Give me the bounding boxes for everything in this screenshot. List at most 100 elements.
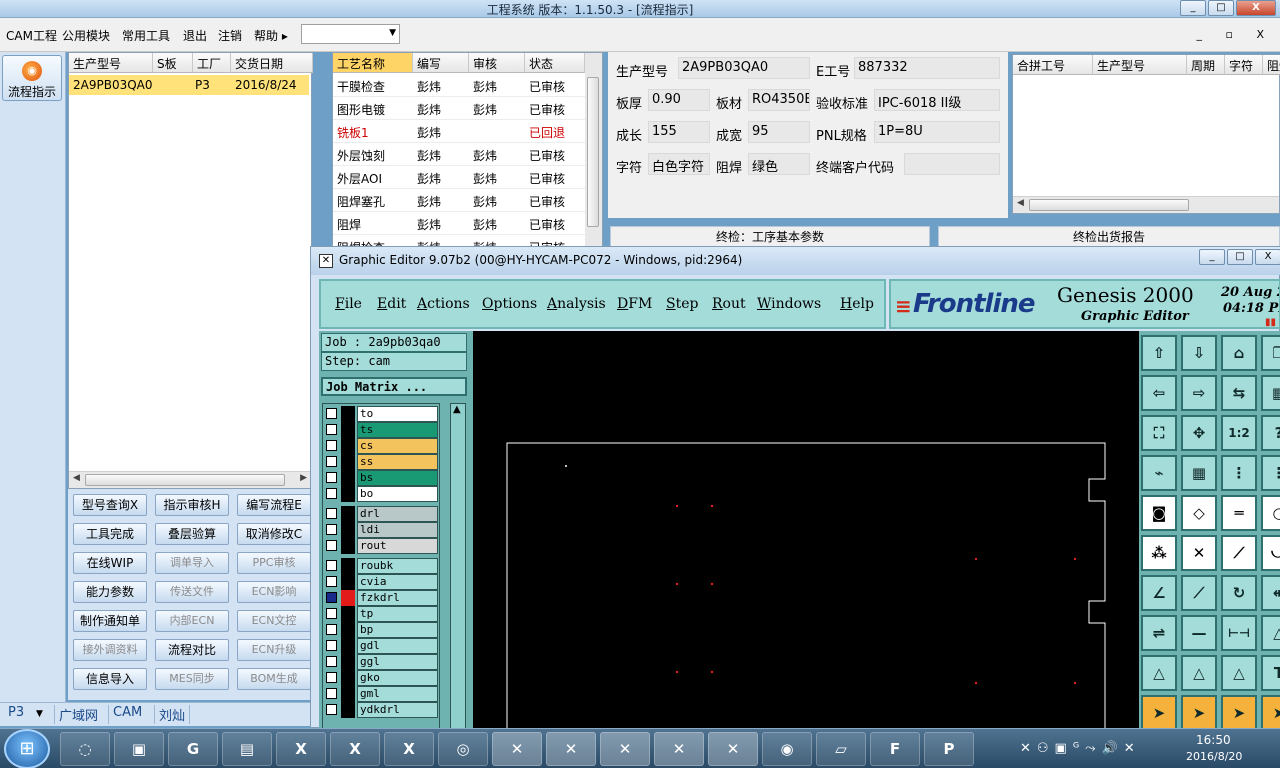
layer-checkbox[interactable] <box>326 508 337 519</box>
maximize-button[interactable]: □ <box>1208 0 1234 16</box>
plant-selector[interactable]: P3 <box>4 705 28 724</box>
one-to-two-icon[interactable]: 1:2 <box>1221 415 1257 451</box>
field-thickness[interactable]: 0.90 <box>648 89 710 111</box>
col-process-name[interactable]: 工艺名称 <box>333 53 413 73</box>
col-date[interactable]: 交货日期 <box>231 53 313 73</box>
span-icon[interactable]: — <box>1181 615 1217 651</box>
layer-checkbox[interactable] <box>326 472 337 483</box>
layer-color-swatch[interactable] <box>341 606 355 622</box>
line-icon[interactable]: ⟋ <box>1221 535 1257 571</box>
layer-ggl[interactable]: ggl <box>324 654 440 670</box>
layer-checkbox[interactable] <box>326 608 337 619</box>
span-fit-icon[interactable]: ⊢⊣ <box>1221 615 1257 651</box>
btn-mes-sync[interactable]: MES同步 <box>155 668 229 690</box>
table-row[interactable]: 外层蚀刻 彭炜 彭炜 已审核 <box>333 143 585 166</box>
layer-fzkdrl[interactable]: fzkdrl <box>324 590 440 606</box>
copy-icon[interactable]: ❐ <box>1261 335 1280 371</box>
field-length[interactable]: 155 <box>648 121 710 143</box>
btn-write-flow[interactable]: 编写流程E <box>237 494 311 516</box>
job-matrix-button[interactable]: Job Matrix ... <box>321 377 467 396</box>
btn-send-file[interactable]: 传送文件 <box>155 581 229 603</box>
layer-color-swatch[interactable] <box>341 454 355 470</box>
clock-date[interactable]: 2016/8/20 <box>1186 750 1242 763</box>
btn-online-wip[interactable]: 在线WIP <box>73 552 147 574</box>
layer-tp[interactable]: tp <box>324 606 440 622</box>
triangle-icon[interactable]: △ <box>1221 655 1257 691</box>
col-merge-period[interactable]: 周期 <box>1187 55 1225 75</box>
cursor-icon[interactable]: ➤ <box>1181 695 1217 731</box>
table-row[interactable]: 2A9PB03QA0 P3 2016/8/24 <box>69 75 309 95</box>
field-model[interactable]: 2A9PB03QA0 <box>678 57 810 79</box>
taskbar-genesis-icon[interactable]: ✕ <box>708 732 758 766</box>
measure-tool-icon[interactable]: ⌁ <box>1141 455 1177 491</box>
grid-tool-icon[interactable]: ▦ <box>1181 455 1217 491</box>
taskbar-viewer-icon[interactable]: ◎ <box>438 732 488 766</box>
layer-color-swatch[interactable] <box>341 686 355 702</box>
layer-checkbox[interactable] <box>326 592 337 603</box>
clock-time[interactable]: 16:50 <box>1196 733 1231 747</box>
layer-checkbox[interactable] <box>326 560 337 571</box>
move-up-icon[interactable]: ⇧ <box>1141 335 1177 371</box>
btn-ppc-review[interactable]: PPC审核 <box>237 552 311 574</box>
layer-color-swatch[interactable] <box>341 590 355 606</box>
layer-color-swatch[interactable] <box>341 438 355 454</box>
col-merge-no[interactable]: 合拼工号 <box>1013 55 1093 75</box>
btn-ecn-impact[interactable]: ECN影响 <box>237 581 311 603</box>
taskbar-cad-icon[interactable]: G <box>168 732 218 766</box>
taskbar-browser-icon[interactable]: ◌ <box>60 732 110 766</box>
model-table-hscroll[interactable]: ◀ ▶ <box>69 471 311 488</box>
triangle-icon[interactable]: △ <box>1141 655 1177 691</box>
col-status[interactable]: 状态 <box>525 53 585 73</box>
btn-internal-ecn[interactable]: 内部ECN <box>155 610 229 632</box>
btn-bom-generate[interactable]: BOM生成 <box>237 668 311 690</box>
col-factory[interactable]: 工厂 <box>193 53 231 73</box>
layer-bo[interactable]: bo <box>324 486 440 502</box>
table-row[interactable]: 图形电镀 彭炜 彭炜 已审核 <box>333 97 585 120</box>
taskbar-paper-icon[interactable]: ▱ <box>816 732 866 766</box>
layer-color-swatch[interactable] <box>341 574 355 590</box>
layer-ss[interactable]: ss <box>324 454 440 470</box>
btn-external-data[interactable]: 接外调资料 <box>73 639 147 661</box>
layer-checkbox[interactable] <box>326 440 337 451</box>
layer-cs[interactable]: cs <box>324 438 440 454</box>
layer-bp[interactable]: bp <box>324 622 440 638</box>
cursor-icon[interactable]: ➤ <box>1141 695 1177 731</box>
graphic-canvas[interactable] <box>473 331 1139 729</box>
menu-options[interactable]: Options <box>482 296 537 312</box>
flow-instruction-button[interactable]: ◉ 流程指示 <box>2 55 62 101</box>
eraser-icon[interactable]: ◇ <box>1181 495 1217 531</box>
connect-icon[interactable]: ⁂ <box>1141 535 1177 571</box>
swap-icon[interactable]: ⇆ <box>1221 375 1257 411</box>
dim-icon[interactable]: ⇹ <box>1261 575 1280 611</box>
btn-info-import[interactable]: 信息导入 <box>73 668 147 690</box>
help-icon[interactable]: ? <box>1261 415 1280 451</box>
col-model[interactable]: 生产型号 <box>69 53 153 73</box>
layer-checkbox[interactable] <box>326 408 337 419</box>
menu-logout[interactable]: 注销 <box>218 27 242 44</box>
field-pnl[interactable]: 1P=8U <box>874 121 1000 143</box>
col-s[interactable]: S板 <box>153 53 193 73</box>
layer-scrollbar[interactable]: ▲ <box>450 403 466 729</box>
minimize-button[interactable]: _ <box>1180 0 1206 16</box>
cross-icon[interactable]: ✕ <box>1181 535 1217 571</box>
cursor-icon[interactable]: ➤ <box>1221 695 1257 731</box>
menu-tools[interactable]: 常用工具 <box>122 27 170 44</box>
btn-instruction-review[interactable]: 指示审核H <box>155 494 229 516</box>
field-standard[interactable]: IPC-6018 II级 <box>874 89 1000 111</box>
merge-table-hscroll[interactable]: ◀ <box>1013 196 1279 213</box>
layer-checkbox[interactable] <box>326 576 337 587</box>
menu-edit[interactable]: Edit <box>377 296 406 312</box>
pan-icon[interactable]: ✥ <box>1181 415 1217 451</box>
drill-tool-icon[interactable]: ⋮ <box>1221 455 1257 491</box>
layer-gml[interactable]: gml <box>324 686 440 702</box>
btn-stackup-calc[interactable]: 叠层验算 <box>155 523 229 545</box>
menu-step[interactable]: Step <box>666 296 698 312</box>
taskbar-genesis-icon[interactable]: ✕ <box>546 732 596 766</box>
layer-roubk[interactable]: roubk <box>324 558 440 574</box>
taskbar-notes-icon[interactable]: ▤ <box>222 732 272 766</box>
layer-checkbox[interactable] <box>326 656 337 667</box>
col-merge-model[interactable]: 生产型号 <box>1093 55 1187 75</box>
layer-gdl[interactable]: gdl <box>324 638 440 654</box>
layer-gko[interactable]: gko <box>324 670 440 686</box>
col-reviewer[interactable]: 审核 <box>469 53 525 73</box>
